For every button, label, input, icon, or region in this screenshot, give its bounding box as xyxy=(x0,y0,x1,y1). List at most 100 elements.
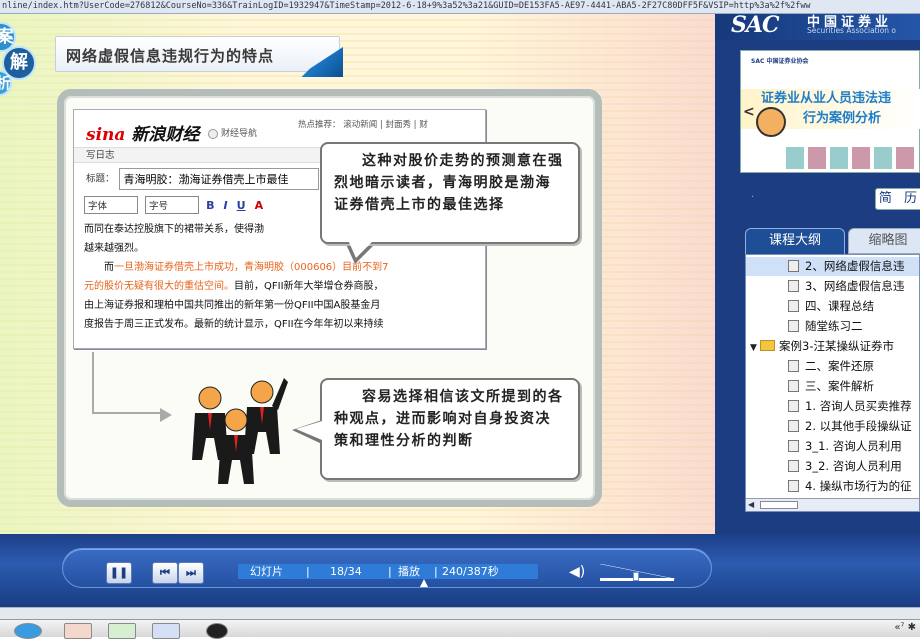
blog-title-row: 标题： 青海明胶：渤海证券借壳上市最佳 xyxy=(86,168,319,190)
sac-name-en: Securities Association o xyxy=(807,26,897,35)
slide-counter: 18/34 xyxy=(330,565,362,578)
callout1-tail-fill xyxy=(348,240,374,258)
tree-item-label: 二、案件还原 xyxy=(805,359,874,373)
callout-influence: 容易选择相信该文所提到的各种观点，进而影响对自身投资决策和理性分析的判断 xyxy=(320,378,580,480)
tree-item[interactable]: 3_1. 咨询人员利用 xyxy=(746,437,919,456)
tree-item[interactable]: 随堂练习二 xyxy=(746,317,919,336)
body-line: 元的股价无疑有很大的重估空间。目前，QFII新年大举增仓券商股， xyxy=(84,281,384,292)
tree-item[interactable]: 3_2. 咨询人员利用 xyxy=(746,457,919,476)
page-icon xyxy=(788,299,799,312)
sac-banner: SAC 中国证券业 Securities Association o xyxy=(715,14,920,40)
course-thumbnail[interactable]: SAC 中国证券业协会 证券业从业人员违法违 行为案例分析 xyxy=(740,50,920,173)
hot-links: 热点推荐： 滚动新闻 | 封面秀 | 财 xyxy=(298,120,428,130)
slide-label: 幻灯片 xyxy=(250,565,283,578)
volume-knob[interactable] xyxy=(633,572,640,581)
mascot-icon xyxy=(756,107,786,137)
tree-item-label: 四、课程总结 xyxy=(805,299,874,313)
tree-item[interactable]: 2、网络虚假信息违 xyxy=(746,257,919,276)
font-select: 字体 xyxy=(84,196,138,214)
finance-nav: 财经导航 xyxy=(208,126,257,139)
resume-button[interactable]: 简 历 xyxy=(875,188,920,210)
page-icon xyxy=(788,479,799,492)
status-strip xyxy=(0,607,920,619)
callout2-tail-fill xyxy=(296,421,322,440)
case-analysis-badge: 案 解 析 xyxy=(0,22,48,96)
underline-icon: U xyxy=(236,199,246,212)
blog-title-input: 青海明胶：渤海证券借壳上市最佳 xyxy=(118,168,319,190)
tree-item-label: 案例3-汪某操纵证券市 xyxy=(779,339,894,353)
course-sidebar: SAC 中国证券业 Securities Association o SAC 中… xyxy=(715,14,920,534)
thumb-prev-icon[interactable]: < xyxy=(743,104,755,120)
tree-item-label: 4. 操纵市场行为的征 xyxy=(805,479,912,493)
page-icon xyxy=(788,399,799,412)
slide-title: 网络虚假信息违规行为的特点 xyxy=(66,47,275,65)
pause-button[interactable]: ❚❚ xyxy=(106,562,132,584)
font-color-icon: A xyxy=(254,199,264,212)
tree-item[interactable]: 三、案件解析 xyxy=(746,377,919,396)
page-icon xyxy=(788,379,799,392)
tree-item[interactable]: 二、案件还原 xyxy=(746,357,919,376)
next-slide-button[interactable]: ⏭ xyxy=(178,562,204,584)
tree-scrollbar[interactable]: ◀ xyxy=(746,498,919,511)
connector-line xyxy=(92,352,162,414)
title-swoosh xyxy=(297,47,343,77)
body-line: 由上海证券报和理柏中国共同推出的新年第一份QFII中国A股基金月 xyxy=(84,300,381,311)
size-select: 字号 xyxy=(145,196,200,214)
body-line: 度报告于周三正式发布。最新的统计显示，QFII在今年年初以来持续 xyxy=(84,319,384,330)
play-label: 播放 xyxy=(398,565,420,578)
tab-outline[interactable]: 课程大纲 xyxy=(745,228,845,254)
italic-icon: I xyxy=(223,199,228,212)
tree-item-label: 3_2. 咨询人员利用 xyxy=(805,459,902,473)
page-icon xyxy=(788,439,799,452)
page-icon xyxy=(788,279,799,292)
sidebar-tabs: 课程大纲 缩略图 xyxy=(745,228,920,254)
expand-icon[interactable]: ▼ xyxy=(750,339,760,358)
thumb-logo: SAC 中国证券业协会 xyxy=(751,58,809,65)
time-readout: 240/387秒 xyxy=(442,565,499,578)
prev-slide-button[interactable]: ⏮ xyxy=(152,562,178,584)
page-icon xyxy=(788,459,799,472)
tree-item-label: 三、案件解析 xyxy=(805,379,874,393)
page-icon xyxy=(788,259,799,272)
body-line: 而一旦渤海证券借壳上市成功，青海明胶（000606）目前不到7 xyxy=(104,262,389,273)
investors-illustration xyxy=(180,368,290,488)
tree-item-label: 3_1. 咨询人员利用 xyxy=(805,439,902,453)
case-char-3: 析 xyxy=(0,70,12,96)
scroll-thumb[interactable] xyxy=(760,501,798,509)
taskbar: «⁷ ✱ xyxy=(0,619,920,639)
tree-item-label: 3、网络虚假信息违 xyxy=(805,279,905,293)
page-icon xyxy=(788,359,799,372)
page-icon xyxy=(788,319,799,332)
sina-logo: sina 新浪财经 xyxy=(86,125,200,145)
thumb-tiles xyxy=(786,147,916,169)
tree-item[interactable]: 4. 操纵市场行为的征 xyxy=(746,477,919,496)
slide-title-bar: 网络虚假信息违规行为的特点 xyxy=(55,36,343,77)
sac-logo: SAC xyxy=(731,14,779,38)
tree-item[interactable]: 2. 以其他手段操纵证 xyxy=(746,417,919,436)
volume-icon[interactable]: ◀) xyxy=(569,564,585,580)
tree-item[interactable]: 1. 咨询人员买卖推荐 xyxy=(746,397,919,416)
tree-item[interactable]: 3、网络虚假信息违 xyxy=(746,277,919,296)
folder-icon xyxy=(760,340,775,351)
playback-info: 幻灯片 | 18/34 | 播放 | 240/387秒 xyxy=(238,564,538,579)
bold-icon: B xyxy=(206,199,215,212)
tree-item-label: 1. 咨询人员买卖推荐 xyxy=(805,399,912,413)
tree-item[interactable]: ▼ 案例3-汪某操纵证券市 xyxy=(746,337,919,358)
course-outline-tree[interactable]: 2、网络虚假信息违 3、网络虚假信息违 四、课程总结 随堂练习二 ▼ 案例3-汪某操纵证券… xyxy=(745,254,920,512)
arrow-right-icon xyxy=(160,408,172,422)
nav-icon xyxy=(208,128,218,139)
tab-thumbnails[interactable]: 缩略图 xyxy=(848,228,920,254)
thumb-title-1: 证券业从业人员违法违 xyxy=(761,91,892,106)
progress-knob[interactable] xyxy=(420,579,428,587)
address-bar[interactable]: nline/index.htm?UserCode=276812&CourseNo… xyxy=(0,0,920,14)
tree-item-label: 2、网络虚假信息违 xyxy=(805,259,905,273)
callout-prediction: 这种对股价走势的预测意在强烈地暗示读者，青海明胶是渤海证券借壳上市的最佳选择 xyxy=(320,142,580,244)
scroll-left-icon[interactable]: ◀ xyxy=(748,500,754,509)
tree-item-label: 随堂练习二 xyxy=(805,319,863,333)
tree-item[interactable]: 四、课程总结 xyxy=(746,297,919,316)
player-bar: ❚❚ ⏮ ⏭ 幻灯片 | 18/34 | 播放 | 240/387秒 ◀) xyxy=(0,534,920,607)
tree-item-label: 2. 以其他手段操纵证 xyxy=(805,419,912,433)
dot-separator: · xyxy=(751,192,755,203)
thumb-title-2: 行为案例分析 xyxy=(803,111,882,126)
system-tray: «⁷ ✱ xyxy=(894,622,916,633)
